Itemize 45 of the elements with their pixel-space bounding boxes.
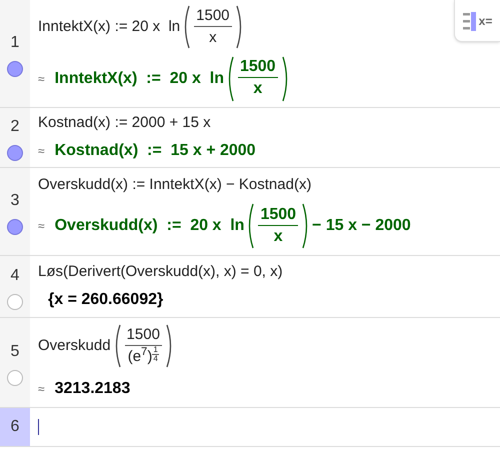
math-text: {x = 260.66092} bbox=[48, 290, 164, 310]
row-number[interactable]: 4 bbox=[10, 264, 20, 288]
math-text: Overskudd(x) := 20 x ln bbox=[54, 216, 244, 236]
math-text: Løs(Derivert(Overskudd(x), x) = 0, x) bbox=[38, 262, 283, 282]
approx-sign: ≈ bbox=[38, 218, 45, 236]
math-text: InntektX(x) := 20 x ln bbox=[54, 68, 224, 89]
math-text: Overskudd bbox=[38, 336, 111, 356]
math-text: Kostnad(x) := 2000 + 15 x bbox=[38, 113, 211, 134]
approx-sign: ≈ bbox=[38, 70, 45, 88]
fraction-denominator: x bbox=[209, 28, 217, 48]
row-number[interactable]: 3 bbox=[10, 188, 20, 212]
fraction-denominator: (e$^{7}$) bbox=[128, 346, 152, 367]
fraction-numerator: 1500 bbox=[194, 6, 232, 27]
fraction-denominator: x bbox=[253, 79, 262, 100]
fraction-denominator: x bbox=[274, 226, 283, 247]
approx-sign: ≈ bbox=[38, 142, 45, 160]
right-paren-icon bbox=[234, 5, 244, 50]
left-paren-icon bbox=[246, 203, 256, 250]
fraction-numerator: 1500 bbox=[238, 57, 278, 78]
fraction-numerator: 1500 bbox=[124, 324, 162, 346]
row-number[interactable]: 1 bbox=[10, 30, 20, 54]
toggle-label: x= bbox=[478, 12, 492, 30]
math-text: InntektX(x) := 20 x ln bbox=[38, 17, 180, 37]
visibility-toggle[interactable] bbox=[7, 144, 23, 160]
math-text: Kostnad(x) := 15 x + 2000 bbox=[54, 140, 256, 161]
fraction-numerator: 1500 bbox=[258, 204, 298, 226]
exponent-numerator: 1 bbox=[152, 346, 159, 355]
row-number[interactable]: 2 bbox=[10, 114, 20, 138]
left-paren-icon bbox=[182, 5, 192, 50]
math-text: − 15 x − 2000 bbox=[312, 216, 411, 236]
text-cursor bbox=[38, 419, 39, 435]
right-paren-icon bbox=[280, 56, 290, 102]
approx-sign: ≈ bbox=[38, 380, 45, 398]
row-number[interactable]: 5 bbox=[10, 340, 20, 364]
math-text: Overskudd(x) := InntektX(x) − Kostnad(x) bbox=[38, 174, 312, 195]
visibility-toggle[interactable] bbox=[7, 294, 23, 310]
math-text: 3213.2183 bbox=[54, 378, 130, 399]
view-toggle-button[interactable]: x= bbox=[454, 0, 500, 42]
visibility-toggle[interactable] bbox=[7, 60, 23, 76]
visibility-toggle[interactable] bbox=[7, 218, 23, 234]
right-paren-icon bbox=[164, 324, 174, 368]
exponent-denominator: 4 bbox=[153, 354, 158, 363]
row-number[interactable]: 6 bbox=[10, 415, 20, 439]
list-icon bbox=[462, 10, 477, 30]
visibility-toggle[interactable] bbox=[7, 370, 23, 386]
